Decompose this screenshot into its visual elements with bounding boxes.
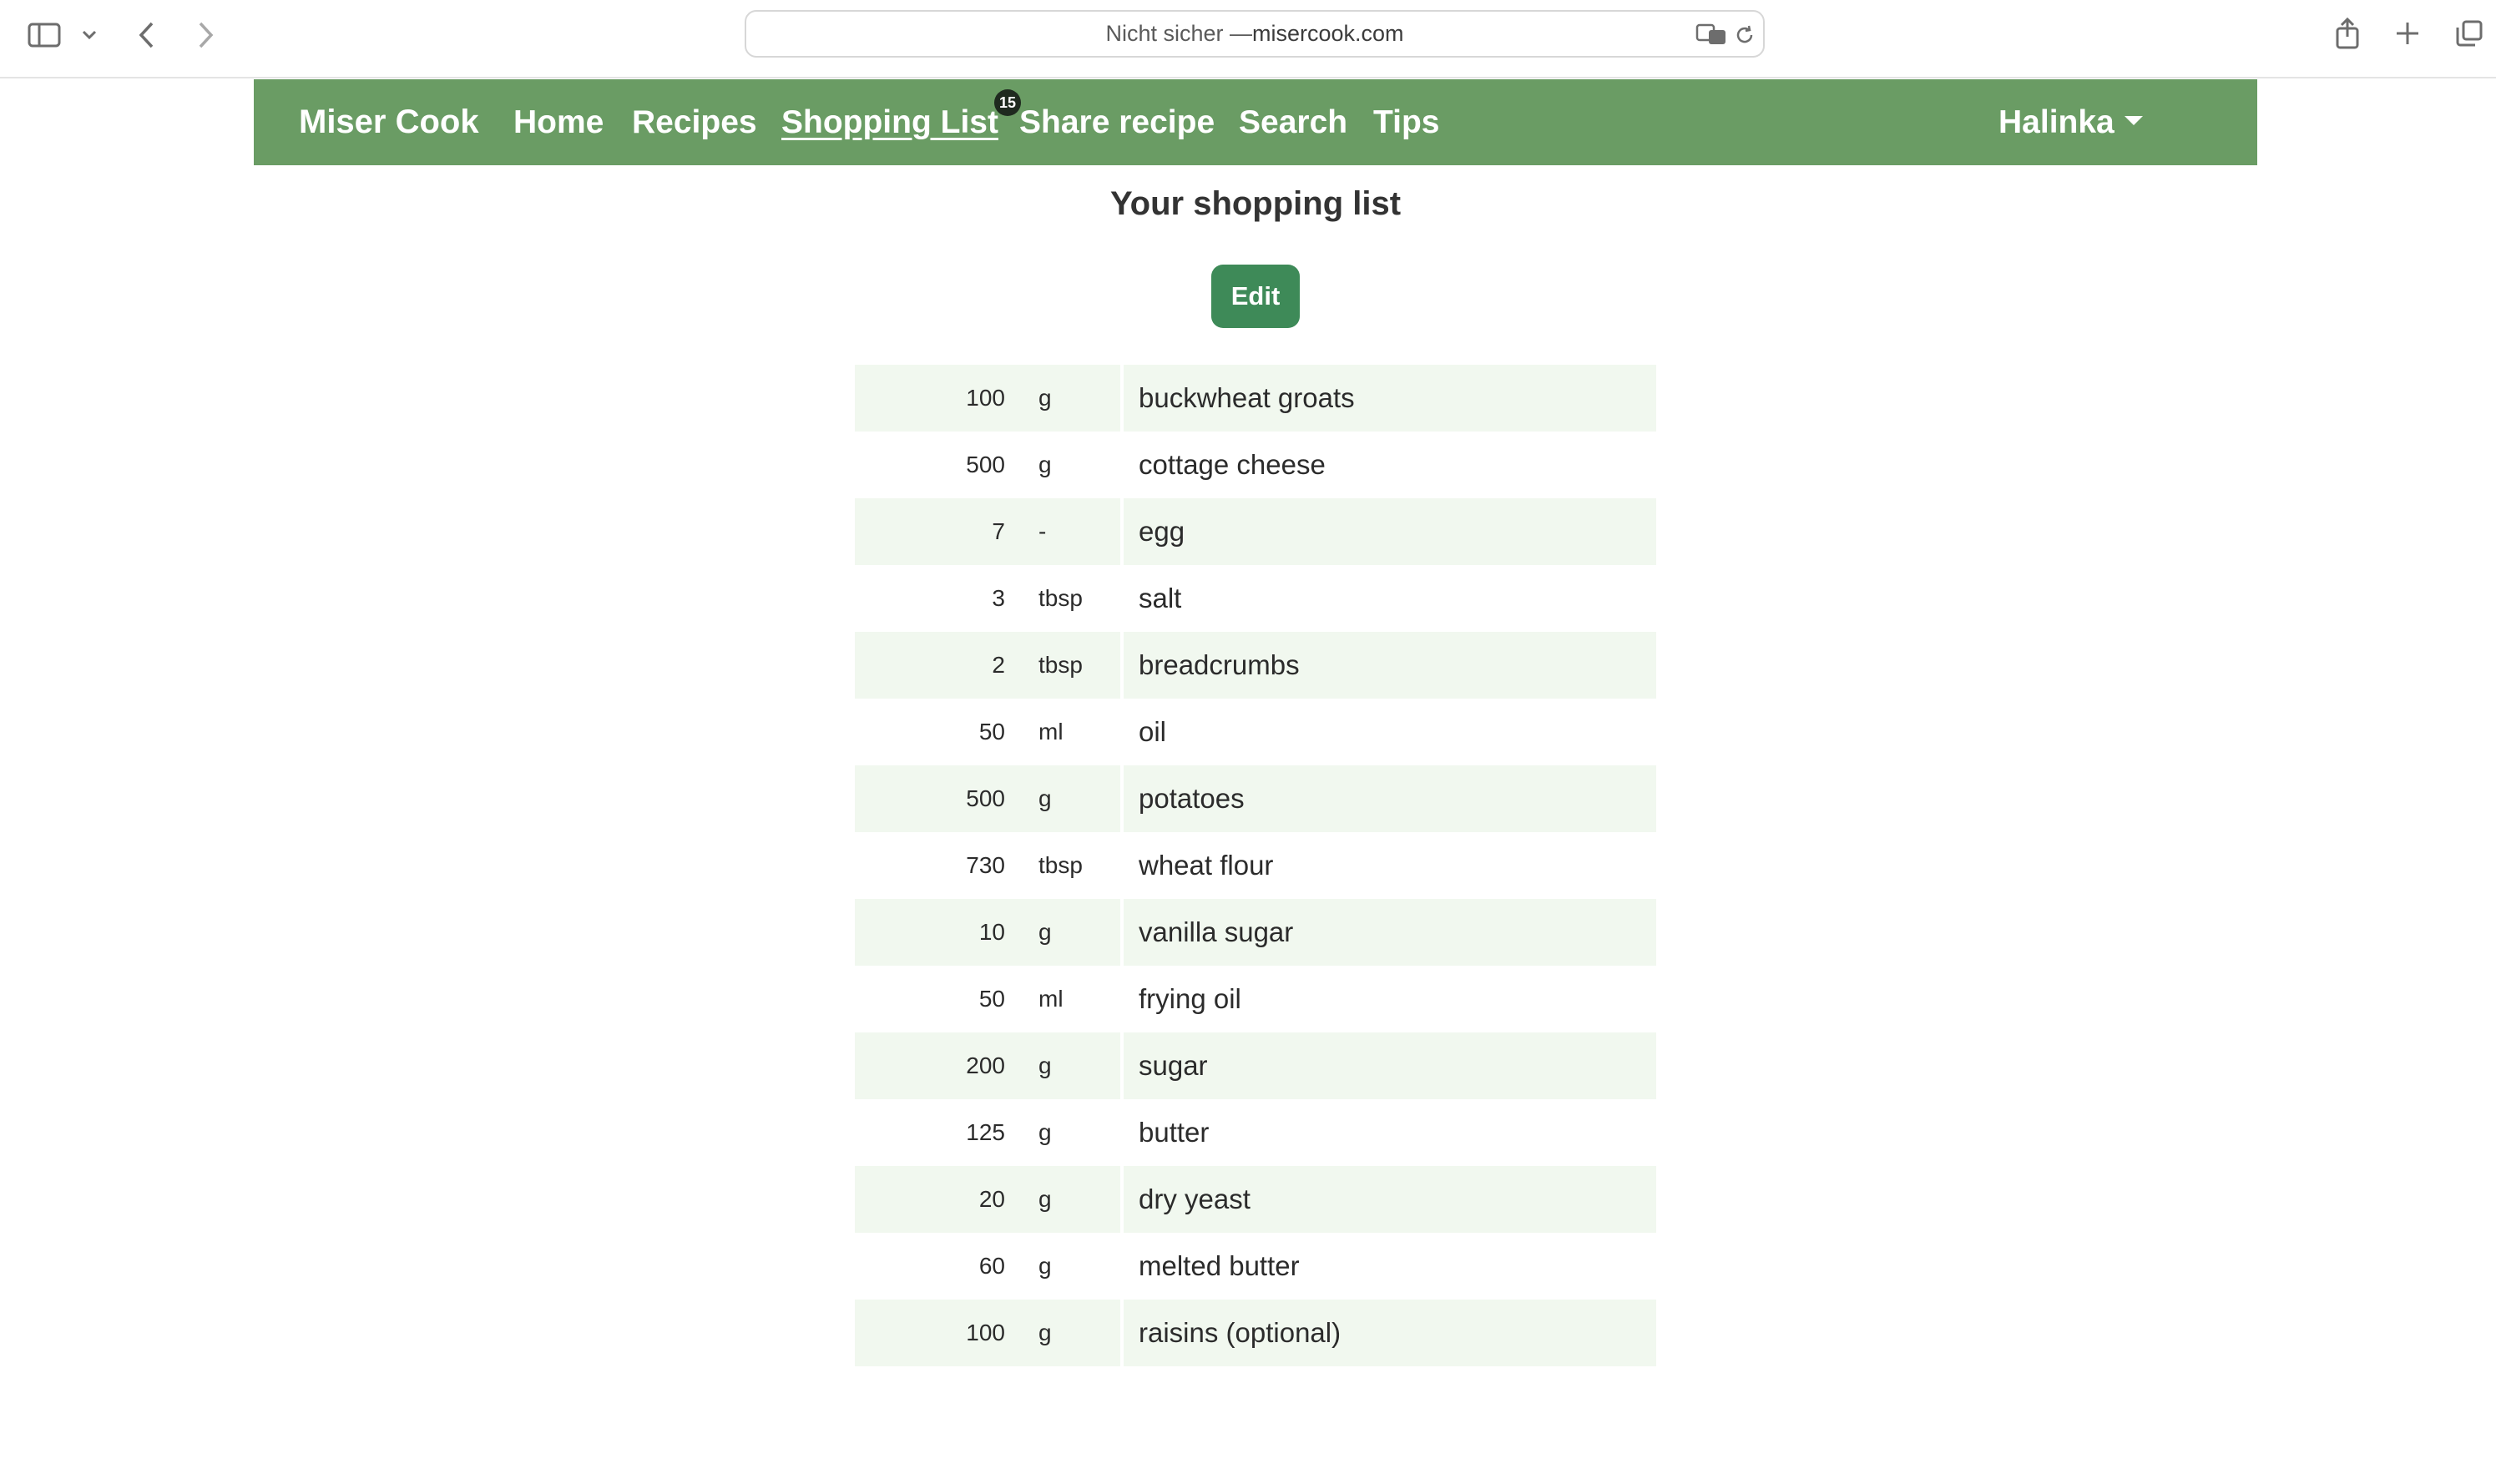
translate-icon[interactable] bbox=[1695, 22, 1728, 47]
item-unit: tbsp bbox=[1038, 652, 1083, 678]
item-quantity: 200 bbox=[966, 1052, 1005, 1078]
item-name: wheat flour bbox=[1139, 850, 1274, 881]
item-quantity: 7 bbox=[992, 518, 1005, 544]
chevron-down-icon[interactable] bbox=[78, 25, 100, 45]
shopping-list-count-badge: 15 bbox=[994, 89, 1021, 116]
nav-tips[interactable]: Tips bbox=[1373, 79, 1439, 165]
item-quantity: 60 bbox=[978, 1253, 1005, 1279]
item-unit: tbsp bbox=[1038, 852, 1083, 878]
caret-down-icon bbox=[2124, 116, 2143, 125]
item-name: buckwheat groats bbox=[1139, 382, 1355, 413]
address-bar[interactable]: Nicht sicher — misercook.com bbox=[745, 10, 1765, 58]
reload-icon[interactable] bbox=[1731, 22, 1758, 48]
table-row: 10 g vanilla sugar bbox=[855, 899, 1656, 966]
item-unit: g bbox=[1038, 1052, 1052, 1078]
share-icon[interactable] bbox=[2332, 13, 2362, 53]
item-unit: g bbox=[1038, 785, 1052, 811]
name-cell-bg bbox=[1124, 699, 1656, 765]
item-name: sugar bbox=[1139, 1050, 1208, 1081]
user-name: Halinka bbox=[1998, 103, 2115, 140]
item-quantity: 730 bbox=[966, 852, 1005, 878]
page-title: Your shopping list bbox=[1109, 185, 1402, 222]
item-unit: g bbox=[1038, 1253, 1052, 1279]
item-quantity: 20 bbox=[978, 1186, 1005, 1212]
item-name: frying oil bbox=[1139, 983, 1241, 1014]
item-quantity: 2 bbox=[992, 652, 1005, 678]
new-tab-icon[interactable] bbox=[2392, 18, 2423, 48]
item-quantity: 125 bbox=[966, 1119, 1005, 1145]
item-unit: g bbox=[1038, 385, 1052, 411]
item-name: raisins (optional) bbox=[1139, 1317, 1341, 1348]
table-row: 125 g butter bbox=[855, 1099, 1656, 1166]
item-unit: - bbox=[1038, 518, 1047, 544]
item-quantity: 50 bbox=[978, 986, 1005, 1012]
item-name: butter bbox=[1139, 1117, 1210, 1148]
nav-search[interactable]: Search bbox=[1239, 79, 1347, 165]
item-name: dry yeast bbox=[1139, 1184, 1251, 1214]
item-quantity: 500 bbox=[966, 452, 1005, 477]
browser-toolbar: Nicht sicher — misercook.com bbox=[0, 0, 2496, 78]
address-domain: misercook.com bbox=[1252, 21, 1404, 46]
table-row: 100 g buckwheat groats bbox=[855, 365, 1656, 432]
table-row: 500 g cottage cheese bbox=[855, 432, 1656, 498]
tab-overview-icon[interactable] bbox=[2453, 17, 2486, 50]
security-warning: Nicht sicher — bbox=[1105, 21, 1252, 46]
user-menu-toggle[interactable]: Halinka bbox=[1998, 79, 2143, 165]
item-quantity: 100 bbox=[966, 385, 1005, 411]
brand-link[interactable]: Miser Cook bbox=[299, 79, 479, 165]
table-row: 500 g potatoes bbox=[855, 765, 1656, 832]
nav-home[interactable]: Home bbox=[513, 79, 604, 165]
item-name: salt bbox=[1139, 583, 1182, 613]
item-name: potatoes bbox=[1139, 783, 1245, 814]
item-quantity: 50 bbox=[978, 719, 1005, 745]
nav-share-recipe[interactable]: Share recipe bbox=[1019, 79, 1215, 165]
table-row: 200 g sugar bbox=[855, 1032, 1656, 1099]
item-unit: g bbox=[1038, 452, 1052, 477]
item-unit: tbsp bbox=[1038, 585, 1083, 611]
table-row: 50 ml oil bbox=[855, 699, 1656, 765]
name-cell-bg bbox=[1124, 565, 1656, 632]
item-quantity: 10 bbox=[978, 919, 1005, 945]
item-name: oil bbox=[1139, 716, 1167, 747]
item-unit: g bbox=[1038, 1119, 1052, 1145]
sidebar-toggle-icon[interactable] bbox=[25, 20, 63, 50]
item-unit: g bbox=[1038, 919, 1052, 945]
back-icon[interactable] bbox=[134, 17, 159, 53]
edit-button[interactable]: Edit bbox=[1211, 265, 1300, 328]
nav-shopping-list[interactable]: Shopping List bbox=[781, 79, 998, 165]
nav-recipes[interactable]: Recipes bbox=[632, 79, 757, 165]
item-unit: ml bbox=[1038, 719, 1064, 745]
item-name: melted butter bbox=[1139, 1250, 1300, 1281]
table-row: 100 g raisins (optional) bbox=[855, 1300, 1656, 1366]
shopping-list-table: 100 g buckwheat groats 500 g cottage cheese 7 -… bbox=[855, 365, 1656, 1366]
item-name: vanilla sugar bbox=[1139, 916, 1294, 947]
table-row: 3 tbsp salt bbox=[855, 565, 1656, 632]
item-quantity: 500 bbox=[966, 785, 1005, 811]
item-quantity: 3 bbox=[992, 585, 1005, 611]
item-name: breadcrumbs bbox=[1139, 649, 1300, 680]
item-name: cottage cheese bbox=[1139, 449, 1326, 480]
table-row: 2 tbsp breadcrumbs bbox=[855, 632, 1656, 699]
table-row: 60 g melted butter bbox=[855, 1233, 1656, 1300]
item-unit: ml bbox=[1038, 986, 1064, 1012]
item-quantity: 100 bbox=[966, 1320, 1005, 1345]
table-row: 730 tbsp wheat flour bbox=[855, 832, 1656, 899]
table-row: 50 ml frying oil bbox=[855, 966, 1656, 1032]
item-name: egg bbox=[1139, 516, 1185, 547]
item-unit: g bbox=[1038, 1186, 1052, 1212]
table-row: 20 g dry yeast bbox=[855, 1166, 1656, 1233]
forward-icon[interactable] bbox=[194, 17, 219, 53]
table-row: 7 - egg bbox=[855, 498, 1656, 565]
name-cell-bg bbox=[1124, 498, 1656, 565]
item-unit: g bbox=[1038, 1320, 1052, 1345]
main-navbar: Miser Cook Home Recipes Shopping List 15… bbox=[254, 79, 2257, 165]
